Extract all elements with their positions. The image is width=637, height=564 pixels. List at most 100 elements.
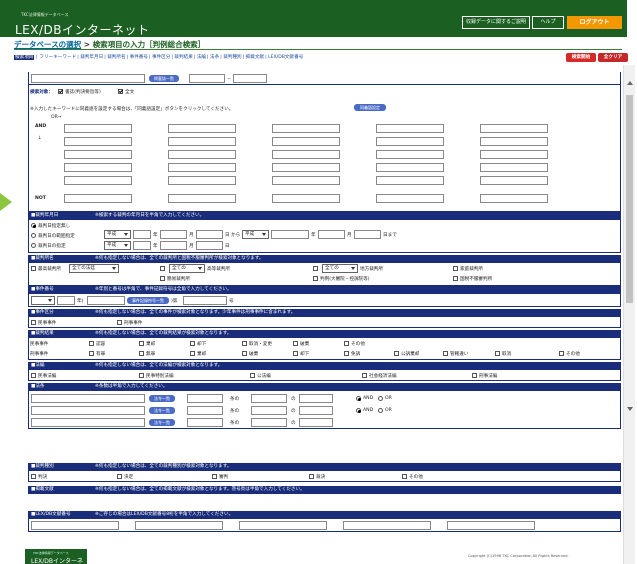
lex-number-input[interactable] — [239, 521, 327, 530]
law-option[interactable] — [31, 373, 36, 378]
law-name-input[interactable] — [31, 406, 145, 415]
case-year-input[interactable] — [57, 296, 75, 305]
kind-option[interactable] — [402, 474, 407, 479]
nav-item-law[interactable]: 法編 — [197, 55, 206, 60]
keyword-input[interactable] — [272, 176, 340, 185]
case-era-select[interactable] — [31, 296, 55, 305]
or-radio[interactable] — [378, 396, 383, 401]
law-list-button[interactable]: 法令一覧 — [149, 419, 175, 426]
result-criminal-option[interactable] — [89, 351, 94, 356]
keyword-input[interactable] — [168, 176, 236, 185]
article-para-input[interactable] — [299, 394, 333, 403]
keyword-input[interactable] — [64, 150, 132, 159]
old-court-checkbox[interactable] — [313, 276, 318, 281]
month-to-input[interactable] — [318, 230, 345, 239]
and-radio[interactable] — [356, 408, 361, 413]
breadcrumb-db-select-link[interactable]: データベースの選択 — [14, 40, 81, 49]
search-start-button[interactable]: 検索開始 — [566, 53, 596, 62]
and-radio[interactable] — [356, 396, 361, 401]
not-keyword-input[interactable] — [64, 194, 132, 203]
day-from-input[interactable] — [196, 230, 223, 239]
kind-option[interactable] — [31, 474, 36, 479]
nav-item-case-no[interactable]: 事件番号 — [130, 55, 148, 60]
keyword-input[interactable] — [272, 124, 340, 133]
kind-option[interactable] — [309, 474, 314, 479]
nav-item-court[interactable]: 裁判所名 — [107, 55, 125, 60]
article-sub-input[interactable] — [251, 406, 287, 415]
keyword-input[interactable] — [272, 150, 340, 159]
not-keyword-input[interactable] — [272, 194, 340, 203]
literature-vol-input[interactable] — [189, 74, 225, 83]
keyword-input[interactable] — [168, 150, 236, 159]
not-keyword-input[interactable] — [168, 194, 236, 203]
result-civil-option[interactable] — [242, 341, 247, 346]
result-criminal-option[interactable] — [443, 351, 448, 356]
era-to-select[interactable]: 平成 — [242, 230, 269, 239]
keyword-input[interactable] — [480, 137, 548, 146]
clear-all-button[interactable]: 全クリア — [598, 53, 628, 62]
nav-item-lex-no[interactable]: LEX/DB文献番号 — [268, 55, 303, 60]
supreme-court-select[interactable]: 全ての法廷 — [69, 264, 119, 273]
result-civil-option[interactable] — [89, 341, 94, 346]
keyword-input[interactable] — [272, 137, 340, 146]
keyword-input[interactable] — [64, 137, 132, 146]
law-option[interactable] — [472, 373, 477, 378]
exact-year-input[interactable] — [133, 241, 151, 250]
high-court-checkbox[interactable] — [160, 266, 165, 271]
literature-name-input[interactable] — [31, 74, 145, 83]
nav-item-article[interactable]: 法条 — [210, 55, 219, 60]
keyword-input[interactable] — [376, 150, 444, 159]
year-from-input[interactable] — [133, 230, 151, 239]
exact-month-input[interactable] — [160, 241, 187, 250]
scroll-down-icon[interactable] — [627, 407, 633, 411]
kind-option[interactable] — [117, 474, 122, 479]
keyword-input[interactable] — [64, 176, 132, 185]
lex-number-input[interactable] — [31, 521, 119, 530]
nav-item-kind[interactable]: 裁判種別 — [223, 55, 241, 60]
keyword-input[interactable] — [168, 163, 236, 172]
month-from-input[interactable] — [160, 230, 187, 239]
result-criminal-option[interactable] — [242, 351, 247, 356]
supreme-court-checkbox[interactable] — [31, 266, 36, 271]
day-to-input[interactable] — [354, 230, 381, 239]
case-symbol-input[interactable] — [87, 296, 125, 305]
result-criminal-option[interactable] — [139, 351, 144, 356]
keyword-input[interactable] — [480, 150, 548, 159]
law-list-button[interactable]: 法令一覧 — [149, 395, 175, 402]
not-keyword-input[interactable] — [376, 194, 444, 203]
law-list-button[interactable]: 法令一覧 — [149, 407, 175, 414]
summary-court-checkbox[interactable] — [160, 276, 165, 281]
tax-tribunal-checkbox[interactable] — [453, 276, 458, 281]
result-criminal-option[interactable] — [190, 351, 195, 356]
scope-fulltext-checkbox[interactable] — [118, 89, 123, 94]
result-criminal-option[interactable] — [293, 351, 298, 356]
keyword-input[interactable] — [376, 163, 444, 172]
keyword-input[interactable] — [168, 124, 236, 133]
date-exact-radio[interactable] — [31, 243, 36, 248]
local-court-checkbox[interactable] — [313, 266, 318, 271]
article-no-input[interactable] — [187, 418, 223, 427]
law-option[interactable] — [139, 373, 144, 378]
lex-number-input[interactable] — [343, 521, 431, 530]
result-civil-option[interactable] — [344, 341, 349, 346]
or-radio[interactable] — [378, 408, 383, 413]
article-no-input[interactable] — [187, 406, 223, 415]
local-court-select[interactable]: 全ての — [322, 264, 358, 273]
exact-day-input[interactable] — [196, 241, 223, 250]
keyword-input[interactable] — [376, 124, 444, 133]
article-sub-input[interactable] — [251, 394, 287, 403]
not-keyword-input[interactable] — [480, 194, 548, 203]
literature-list-button[interactable]: 掲載誌一覧 — [149, 75, 179, 82]
law-name-input[interactable] — [31, 418, 145, 427]
case-number-input[interactable] — [183, 296, 227, 305]
scroll-up-icon[interactable] — [627, 81, 633, 85]
year-to-input[interactable] — [271, 230, 309, 239]
family-court-checkbox[interactable] — [453, 266, 458, 271]
keyword-input[interactable] — [376, 137, 444, 146]
era-select[interactable]: 平成 — [104, 230, 131, 239]
result-criminal-option[interactable] — [495, 351, 500, 356]
lex-number-input[interactable] — [447, 521, 535, 530]
keyword-input[interactable] — [480, 124, 548, 133]
result-civil-option[interactable] — [293, 341, 298, 346]
law-option[interactable] — [250, 373, 255, 378]
